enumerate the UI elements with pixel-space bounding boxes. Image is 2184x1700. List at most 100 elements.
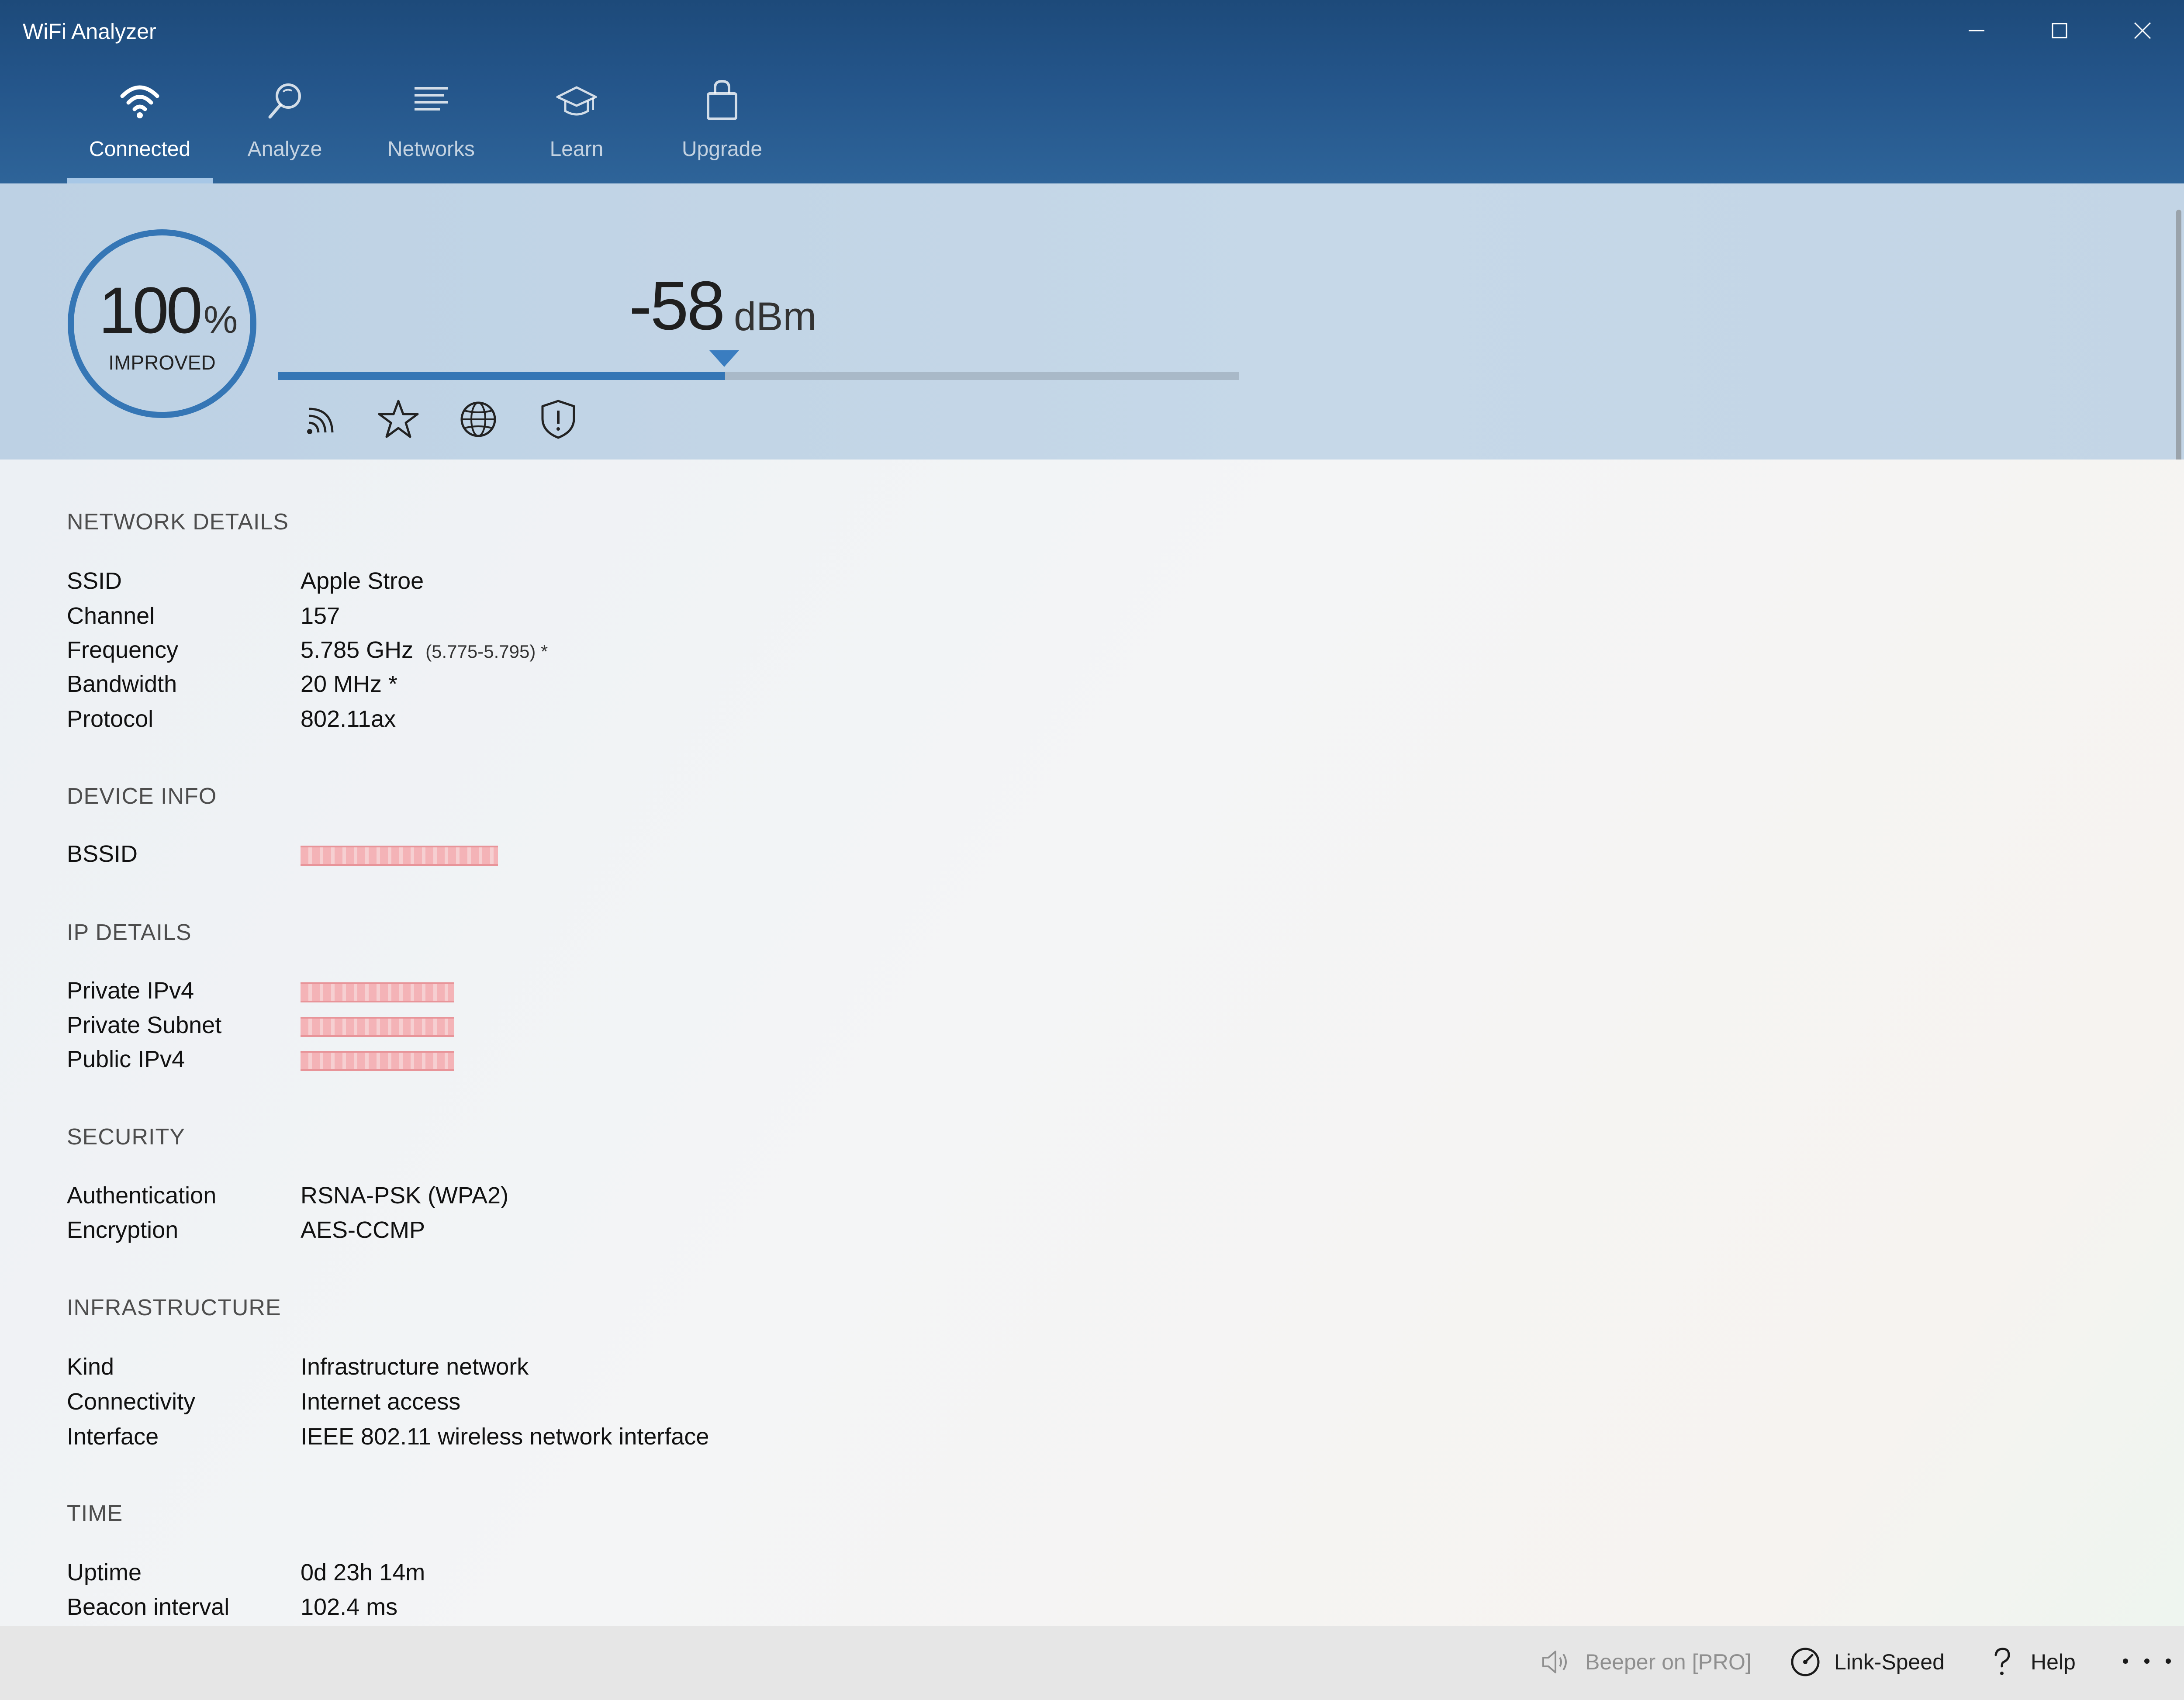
label-bandwidth: Bandwidth [67,671,177,697]
label-kind: Kind [67,1354,114,1380]
value-private-subnet [301,1011,454,1040]
label-private-ipv4: Private IPv4 [67,978,194,1004]
magnifier-icon [263,79,307,122]
section-title-infrastructure: INFRASTRUCTURE [67,1295,281,1320]
security-button[interactable] [536,397,580,441]
label-encryption: Encryption [67,1217,179,1243]
section-title-time: TIME [67,1501,123,1526]
value-authentication: RSNA-PSK (WPA2) [301,1182,509,1209]
more-icon[interactable] [2123,1646,2171,1676]
value-interface: IEEE 802.11 wireless network interface [301,1424,709,1450]
maximize-icon [2052,23,2067,38]
label-public-ipv4: Public IPv4 [67,1046,185,1072]
shopping-bag-icon [700,79,744,122]
app-header: WiFi Analyzer Connected Analyze Networks… [0,0,2184,183]
window-title: WiFi Analyzer [23,19,156,44]
tab-label: Upgrade [681,138,763,161]
maximize-button[interactable] [2027,9,2092,52]
minimize-button[interactable] [1944,9,2009,52]
score-value: 100% [98,275,238,355]
tab-networks[interactable]: Networks [359,74,503,183]
score-number: 100 [98,273,203,347]
value-encryption: AES-CCMP [301,1217,425,1243]
more-dot [2123,1659,2128,1664]
value-kind: Infrastructure network [301,1354,529,1380]
speedometer-icon [1791,1648,1820,1676]
value-protocol: 802.11ax [301,706,396,732]
frequency-range-note: (5.775-5.795) * [425,641,548,662]
value-bandwidth: 20 MHz * [301,671,398,697]
close-button[interactable] [2110,9,2175,52]
label-bssid: BSSID [67,841,138,867]
value-uptime: 0d 23h 14m [301,1559,425,1586]
graduation-cap-icon [555,79,598,122]
value-beacon-interval: 102.4 ms [301,1594,398,1620]
favorite-button[interactable] [377,397,420,441]
section-title-security: SECURITY [67,1124,185,1150]
minimize-icon [1969,30,1984,31]
label-beacon-interval: Beacon interval [67,1594,230,1620]
label-authentication: Authentication [67,1182,217,1209]
value-ssid: Apple Stroe [301,568,424,594]
star-icon [378,400,419,438]
section-title-network: NETWORK DETAILS [67,509,289,535]
tab-analyze[interactable]: Analyze [213,74,357,183]
more-dot [2144,1659,2149,1664]
label-uptime: Uptime [67,1559,142,1586]
active-tab-indicator [67,178,213,183]
tab-label: Analyze [247,138,322,161]
value-frequency: 5.785 GHz (5.775-5.795) * [301,636,548,666]
details-pane: NETWORK DETAILS SSID Apple Stroe Channel… [0,460,2184,1626]
signal-panel: 100% IMPROVED -58 dBm [0,183,2184,460]
more-dot [2166,1659,2171,1664]
tab-label: Learn [549,138,604,161]
label-frequency: Frequency [67,637,179,663]
value-channel: 157 [301,603,340,629]
signal-strength-bar [278,372,1239,380]
dbm-value: -58 [629,267,725,344]
redacted-private-ipv4 [301,982,454,1002]
value-private-ipv4 [301,976,454,1005]
value-connectivity: Internet access [301,1389,461,1415]
score-unit: % [204,298,238,341]
tab-upgrade[interactable]: Upgrade [650,74,794,183]
value-bssid [301,840,498,868]
score-label: IMPROVED [108,351,216,374]
section-title-device: DEVICE INFO [67,784,217,809]
internet-button[interactable] [456,397,500,441]
link-speed-label: Link-Speed [1834,1650,1945,1674]
label-channel: Channel [67,603,155,629]
tab-label: Connected [89,138,191,161]
tab-connected[interactable]: Connected [68,74,212,183]
wifi-analyzer-window: WiFi Analyzer Connected Analyze Networks… [0,0,2184,1700]
beeper-button[interactable]: Beeper on [PRO] [1540,1642,1752,1682]
globe-icon [460,401,496,437]
signal-strength-button[interactable] [299,397,343,441]
shield-icon [541,400,575,439]
section-title-ip: IP DETAILS [67,920,192,945]
link-speed-button[interactable]: Link-Speed [1789,1642,1945,1682]
dbm-unit: dBm [734,294,817,339]
redacted-bssid [301,845,498,866]
label-ssid: SSID [67,568,122,594]
frequency-value: 5.785 GHz [301,637,414,663]
tab-label: Networks [387,138,475,161]
signal-marker [709,350,739,367]
label-interface: Interface [67,1424,159,1450]
help-label: Help [2031,1650,2076,1674]
list-icon [409,79,453,122]
help-button[interactable]: Help [1985,1642,2076,1682]
speaker-icon [1542,1651,1567,1673]
label-protocol: Protocol [67,706,154,732]
close-icon [2134,22,2151,39]
redacted-public-ipv4 [301,1050,454,1071]
signal-strength-fill [278,372,725,380]
value-public-ipv4 [301,1045,454,1074]
question-icon [1994,1648,2010,1675]
wifi-icon [118,79,162,122]
tab-learn[interactable]: Learn [505,74,649,183]
label-private-subnet: Private Subnet [67,1012,222,1038]
beeper-label: Beeper on [PRO] [1585,1650,1752,1674]
redacted-private-subnet [301,1016,454,1037]
signal-strength-icon [307,408,334,434]
